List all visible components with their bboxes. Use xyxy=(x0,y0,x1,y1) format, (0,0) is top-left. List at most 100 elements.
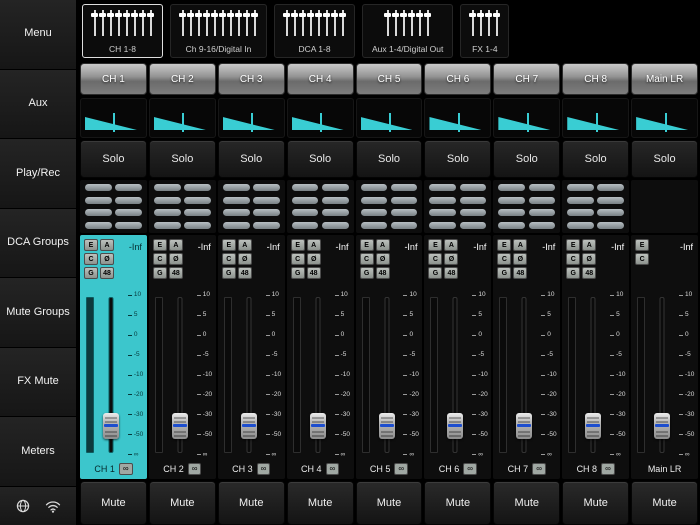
fader[interactable] xyxy=(576,295,610,455)
fader[interactable] xyxy=(370,295,404,455)
solo-button[interactable]: Solo xyxy=(631,140,699,178)
proc-button-g[interactable]: G xyxy=(152,267,167,279)
proc-button-48[interactable]: 48 xyxy=(100,267,114,279)
fader-cap[interactable] xyxy=(309,413,326,440)
pan-slider[interactable] xyxy=(562,98,630,138)
bank-tab-ch-9-16-digital-in[interactable]: Ch 9-16/Digital In xyxy=(170,4,267,58)
proc-button-x[interactable]: Ø xyxy=(100,253,114,265)
proc-button-x[interactable]: Ø xyxy=(237,253,252,265)
proc-button-48[interactable]: 48 xyxy=(444,267,459,279)
proc-button-c[interactable]: C xyxy=(290,253,305,265)
fader[interactable] xyxy=(645,295,679,455)
proc-button-a[interactable]: A xyxy=(237,239,252,251)
pan-slider[interactable] xyxy=(80,98,147,138)
stereo-link-button[interactable]: ∞ xyxy=(256,463,271,475)
proc-button-x[interactable]: Ø xyxy=(306,253,321,265)
bank-tab-dca-1-8[interactable]: DCA 1-8 xyxy=(274,4,355,58)
channel-select-button[interactable]: CH 8 xyxy=(562,63,630,95)
proc-button-x[interactable]: Ø xyxy=(444,253,459,265)
channel-select-button[interactable]: CH 4 xyxy=(286,63,354,95)
sidebar-item-meters[interactable]: Meters xyxy=(0,417,76,488)
proc-button-g[interactable]: G xyxy=(497,267,512,279)
pan-slider[interactable] xyxy=(355,98,423,138)
wifi-icon[interactable] xyxy=(45,500,61,513)
fader[interactable] xyxy=(507,295,541,455)
proc-button-c[interactable]: C xyxy=(152,253,167,265)
proc-button-e[interactable]: E xyxy=(84,239,98,251)
proc-button-g[interactable]: G xyxy=(428,267,443,279)
proc-button-c[interactable]: C xyxy=(359,253,374,265)
stereo-link-button[interactable]: ∞ xyxy=(187,463,202,475)
proc-button-48[interactable]: 48 xyxy=(168,267,183,279)
proc-button-e[interactable]: E xyxy=(290,239,305,251)
channel-select-button[interactable]: Main LR xyxy=(631,63,699,95)
pan-slider[interactable] xyxy=(631,98,699,138)
proc-button-a[interactable]: A xyxy=(306,239,321,251)
proc-button-a[interactable]: A xyxy=(582,239,597,251)
channel-select-button[interactable]: CH 6 xyxy=(424,63,492,95)
channel-select-button[interactable]: CH 1 xyxy=(80,63,147,95)
proc-button-e[interactable]: E xyxy=(635,239,650,251)
sidebar-item-dca-groups[interactable]: DCA Groups xyxy=(0,208,76,279)
stereo-link-button[interactable]: ∞ xyxy=(601,463,615,475)
proc-button-e[interactable]: E xyxy=(359,239,374,251)
proc-button-c[interactable]: C xyxy=(221,253,236,265)
mute-button[interactable]: Mute xyxy=(80,481,147,525)
sidebar-item-mute-groups[interactable]: Mute Groups xyxy=(0,278,76,348)
proc-button-c[interactable]: C xyxy=(84,253,98,265)
bank-tab-fx-1-4[interactable]: FX 1-4 xyxy=(460,4,510,58)
solo-button[interactable]: Solo xyxy=(562,140,630,178)
fader-cap[interactable] xyxy=(585,413,602,440)
proc-button-48[interactable]: 48 xyxy=(582,267,597,279)
fader-cap[interactable] xyxy=(240,413,257,440)
stereo-link-button[interactable]: ∞ xyxy=(394,463,409,475)
proc-button-e[interactable]: E xyxy=(152,239,167,251)
mute-button[interactable]: Mute xyxy=(424,481,492,525)
proc-button-g[interactable]: G xyxy=(566,267,581,279)
fader[interactable] xyxy=(438,295,472,455)
pan-slider[interactable] xyxy=(286,98,354,138)
fader[interactable] xyxy=(301,295,335,455)
proc-button-a[interactable]: A xyxy=(168,239,183,251)
sidebar-item-play-rec[interactable]: Play/Rec xyxy=(0,139,76,209)
fader[interactable] xyxy=(232,295,266,455)
mute-button[interactable]: Mute xyxy=(286,481,354,525)
channel-select-button[interactable]: CH 3 xyxy=(217,63,285,95)
proc-button-g[interactable]: G xyxy=(359,267,374,279)
proc-button-c[interactable]: C xyxy=(428,253,443,265)
solo-button[interactable]: Solo xyxy=(493,140,561,178)
proc-button-a[interactable]: A xyxy=(100,239,114,251)
sidebar-item-menu[interactable]: Menu xyxy=(0,0,76,70)
pan-slider[interactable] xyxy=(148,98,216,138)
proc-button-x[interactable]: Ø xyxy=(513,253,528,265)
mute-button[interactable]: Mute xyxy=(148,481,216,525)
mute-button[interactable]: Mute xyxy=(562,481,630,525)
proc-button-48[interactable]: 48 xyxy=(513,267,528,279)
proc-button-c[interactable]: C xyxy=(635,253,650,265)
solo-button[interactable]: Solo xyxy=(148,140,216,178)
proc-button-e[interactable]: E xyxy=(497,239,512,251)
proc-button-g[interactable]: G xyxy=(221,267,236,279)
stereo-link-button[interactable]: ∞ xyxy=(118,463,133,475)
sidebar-item-fx-mute[interactable]: FX Mute xyxy=(0,347,76,418)
proc-button-g[interactable]: G xyxy=(84,267,98,279)
stereo-link-button[interactable]: ∞ xyxy=(463,463,477,475)
solo-button[interactable]: Solo xyxy=(217,140,285,178)
fader-cap[interactable] xyxy=(516,413,533,440)
stereo-link-button[interactable]: ∞ xyxy=(532,463,546,475)
mute-button[interactable]: Mute xyxy=(217,481,285,525)
proc-button-c[interactable]: C xyxy=(566,253,581,265)
stereo-link-button[interactable]: ∞ xyxy=(325,463,340,475)
proc-button-48[interactable]: 48 xyxy=(237,267,252,279)
pan-slider[interactable] xyxy=(217,98,285,138)
channel-select-button[interactable]: CH 5 xyxy=(355,63,423,95)
fader-cap[interactable] xyxy=(447,413,464,440)
proc-button-a[interactable]: A xyxy=(444,239,459,251)
proc-button-x[interactable]: Ø xyxy=(168,253,183,265)
mute-button[interactable]: Mute xyxy=(355,481,423,525)
fader[interactable] xyxy=(163,295,197,455)
sidebar-item-aux[interactable]: Aux xyxy=(0,69,76,140)
proc-button-e[interactable]: E xyxy=(566,239,581,251)
proc-button-a[interactable]: A xyxy=(513,239,528,251)
proc-button-c[interactable]: C xyxy=(497,253,512,265)
